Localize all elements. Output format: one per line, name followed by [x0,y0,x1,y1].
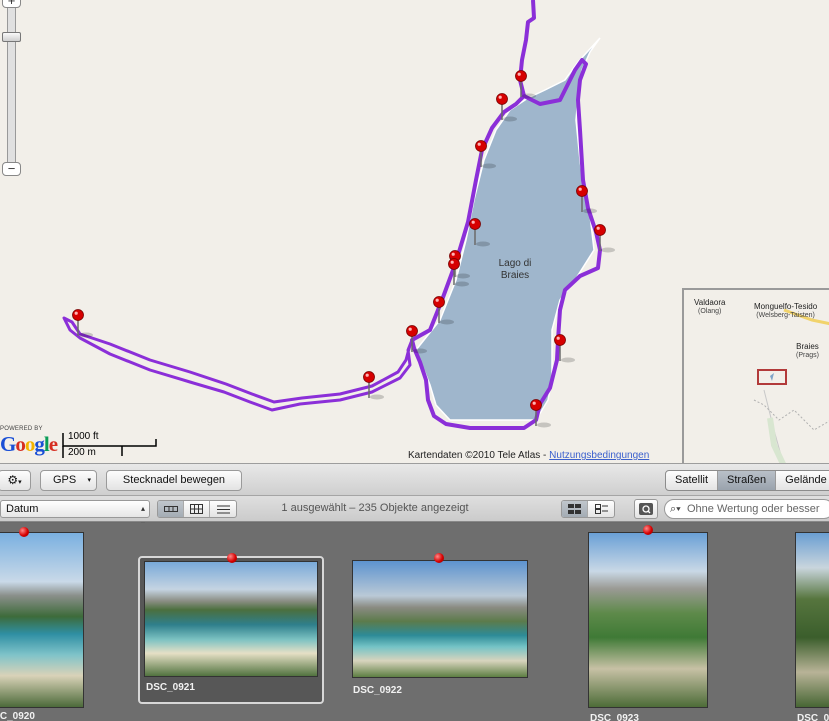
location-pin-icon [227,553,237,563]
search-placeholder: Ohne Wertung oder besser [687,503,820,515]
action-menu-button[interactable]: ⚙▾ [0,470,31,491]
sort-select[interactable]: Datum ▴▾ [0,500,150,529]
gps-popup-button[interactable]: GPS ▾ [40,470,97,491]
location-pin-icon [434,553,444,563]
photo-thumbnail[interactable]: DSC_0922 [352,553,530,699]
zoom-slider-thumb[interactable] [2,32,21,42]
magnifier-icon [639,503,653,515]
zoom-control[interactable]: + − [2,0,21,177]
scale-imperial: 1000 ft [68,431,99,442]
filter-button[interactable] [634,499,658,519]
location-pin-icon [19,527,29,537]
map-toolbar: ⚙▾ GPS ▾ Stecknadel bewegen Satellit Str… [0,463,829,496]
scale-metric: 200 m [68,447,96,458]
minimap-place-2: Monguelfo-Tesido (Welsberg-Taisten) [754,302,818,319]
location-pin-icon [643,525,653,535]
view-size-selector[interactable] [157,500,237,518]
map-scale: 1000 ft 200 m [62,430,158,460]
map-pin-icon[interactable] [515,70,537,99]
detail-layout-icon[interactable] [588,501,614,517]
lake-label: Lago di Braies [498,258,532,281]
lake-shape [415,37,601,421]
gps-track-west [62,316,414,412]
grid-layout-icon[interactable] [562,501,588,517]
layout-selector[interactable] [561,500,615,518]
minimap-place-3: Braies (Prags) [796,342,819,359]
chevron-down-icon: ▾ [87,477,91,484]
map-type-selector[interactable]: Satellit Straßen Gelände [665,470,829,491]
attribution-text: Kartendaten ©2010 Tele Atlas - [408,450,550,461]
overview-minimap[interactable]: Valdaora (Olang) Monguelfo-Tesido (Welsber… [682,288,829,463]
search-icon: ⌕▾ [670,503,681,515]
zoom-out-button[interactable]: − [2,162,21,176]
map-type-streets[interactable]: Straßen [718,471,777,490]
map-attribution: Kartendaten ©2010 Tele Atlas - Nutzungsb… [408,450,649,461]
minimap-place-1: Valdaora (Olang) [694,298,726,315]
gear-icon: ⚙ [7,473,19,487]
browser-toolbar: Datum ▴▾ 1 ausgewählt – 235 Objekte ange… [0,496,829,529]
list-view-icon[interactable] [210,501,236,517]
filmstrip-view-icon[interactable] [158,501,184,517]
photo-thumbnail[interactable]: DSC_0924 [795,532,829,721]
photo-thumbnail[interactable]: DSC_0923 [588,525,710,721]
photo-thumbnail-selected[interactable]: DSC_0921 [138,553,324,704]
google-logo[interactable]: POWERED BY Google [0,426,60,460]
map-view[interactable]: Lago di Braies + − POWERED BY Google 100… [0,0,829,463]
map-type-satellite[interactable]: Satellit [666,471,719,490]
google-wordmark: Google [0,432,58,456]
window: Lago di Braies + − POWERED BY Google 100… [0,0,829,721]
map-type-terrain[interactable]: Gelände [776,471,829,490]
search-field[interactable]: ⌕▾ Ohne Wertung oder besser [664,499,829,519]
photo-thumbnail[interactable]: DSC_0920 [0,523,90,721]
zoom-in-button[interactable]: + [2,0,21,8]
grid-view-icon[interactable] [184,501,210,517]
zoom-slider-track[interactable] [7,4,16,164]
photo-browser[interactable]: DSC_0920 DSC_0921 DSC_0922 DSC_0923 DSC_… [0,523,829,721]
move-pin-button[interactable]: Stecknadel bewegen [106,470,242,491]
terms-link[interactable]: Nutzungsbedingungen [549,450,649,461]
